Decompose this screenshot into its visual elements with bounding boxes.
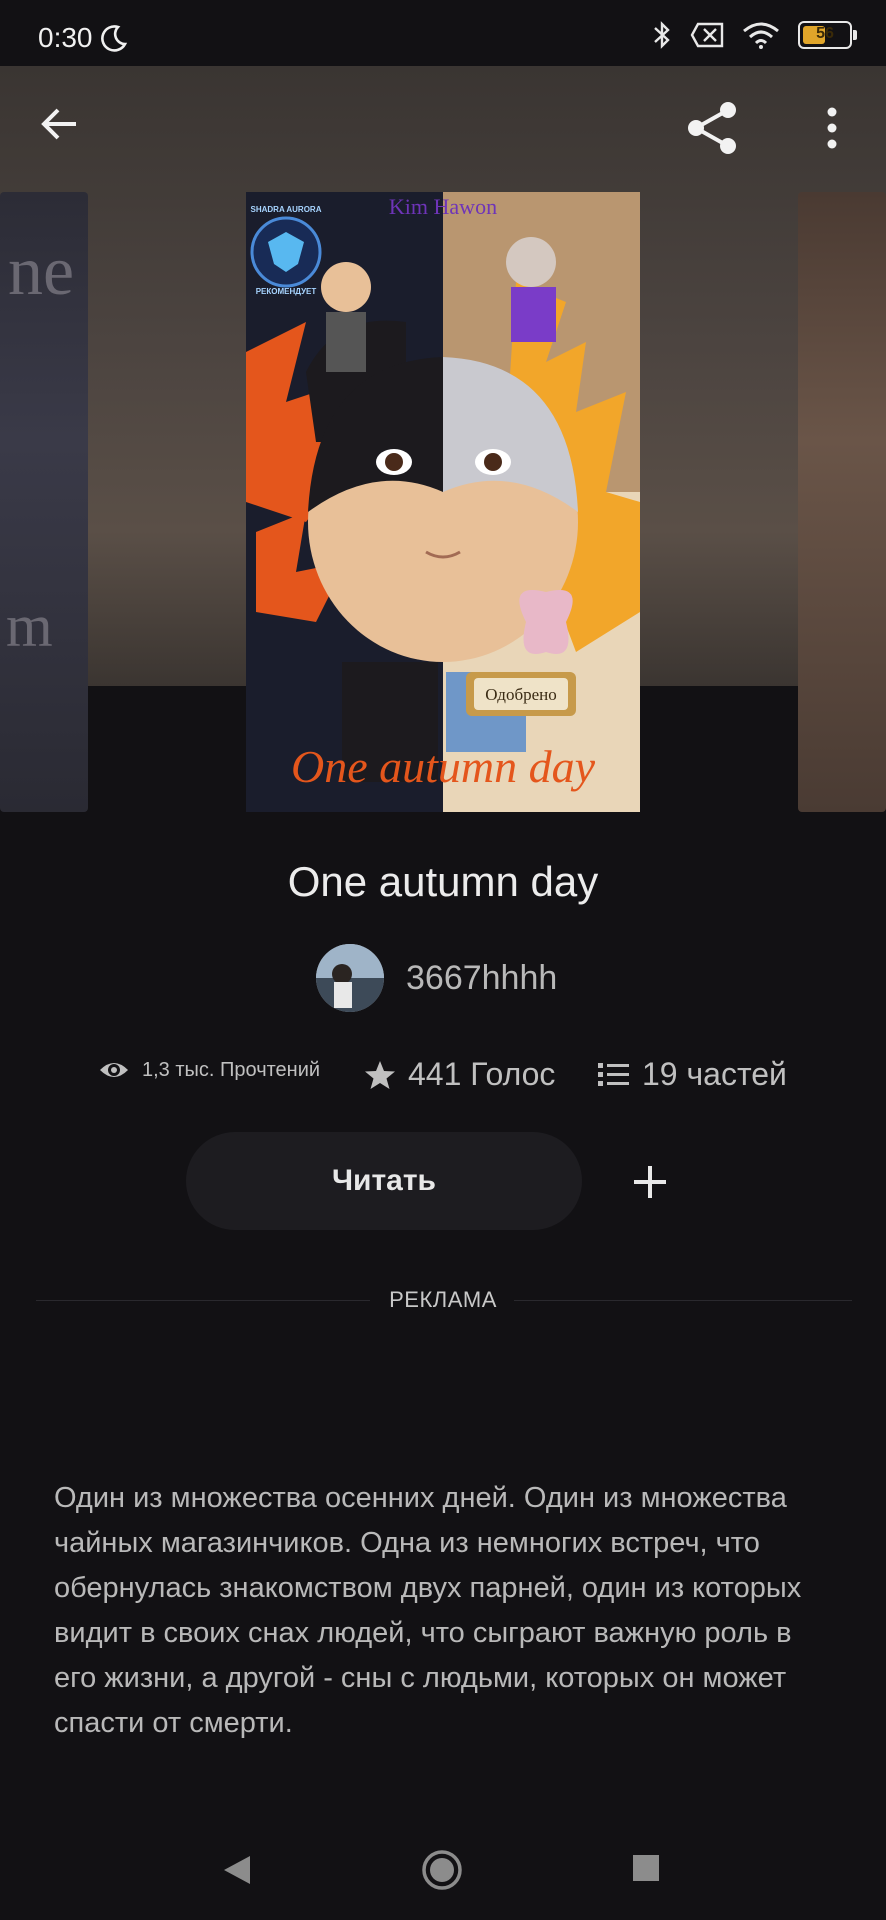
wifi-icon xyxy=(743,22,779,49)
list-icon xyxy=(598,1062,629,1086)
votes-stat: 441 Голос xyxy=(364,1056,555,1093)
ad-divider-right xyxy=(514,1300,852,1301)
avatar[interactable] xyxy=(316,944,384,1012)
battery-text: 56 xyxy=(816,25,834,42)
eye-icon xyxy=(100,1063,128,1077)
author-name[interactable]: 3667hhhh xyxy=(406,959,557,998)
read-button[interactable]: Читать xyxy=(186,1132,582,1230)
parts-stat: 19 частей xyxy=(598,1056,787,1093)
prev-cover-art-2: m xyxy=(6,593,53,659)
add-to-library-icon[interactable] xyxy=(622,1148,678,1214)
votes-count: 441 Голос xyxy=(408,1056,556,1092)
status-icons: 56 xyxy=(652,20,857,50)
nav-recents-icon[interactable] xyxy=(632,1854,660,1882)
author-row[interactable]: 3667hhhh xyxy=(316,944,557,1012)
battery-icon: 56 xyxy=(798,21,857,49)
story-description: Один из множества осенних дней. Один из … xyxy=(54,1482,802,1739)
share-icon[interactable] xyxy=(684,100,740,156)
book-cover[interactable]: Одобрено SHADRA AURORA РЕКОМЕНДУЕТ Kim H… xyxy=(246,192,640,812)
parts-count: 19 частей xyxy=(642,1056,787,1092)
story-title: One autumn day xyxy=(287,858,599,905)
cover-top-label: Kim Hawon xyxy=(389,194,497,219)
story-stats: 1,3 тыс. Прочтений 441 Голос 19 частей xyxy=(0,1056,886,1096)
moon-icon xyxy=(101,25,128,52)
reads-count: 1,3 тыс. Прочтений xyxy=(142,1058,321,1081)
bluetooth-icon xyxy=(654,21,670,49)
next-cover[interactable] xyxy=(798,192,886,812)
more-vert-icon[interactable] xyxy=(820,106,844,150)
prev-cover-art: ne xyxy=(8,233,75,310)
nav-back-icon[interactable] xyxy=(222,1854,252,1886)
no-sim-icon xyxy=(690,22,724,48)
system-nav-bar xyxy=(0,1834,886,1920)
badge-line-1: SHADRA AURORA xyxy=(251,205,322,214)
cover-title: One autumn day xyxy=(291,741,596,792)
nav-home-icon[interactable] xyxy=(420,1848,464,1892)
star-icon xyxy=(365,1060,395,1089)
badge-line-2: РЕКОМЕНДУЕТ xyxy=(256,287,317,296)
reads-stat: 1,3 тыс. Прочтений xyxy=(98,1058,320,1082)
prev-cover[interactable]: ne m xyxy=(0,192,88,812)
status-bar: 0:30 56 xyxy=(0,0,886,66)
approved-stamp: Одобрено xyxy=(485,685,557,704)
status-time: 0:30 xyxy=(38,22,93,53)
back-arrow-icon[interactable] xyxy=(40,104,80,144)
book-cover-art: Одобрено SHADRA AURORA РЕКОМЕНДУЕТ Kim H… xyxy=(246,192,640,812)
